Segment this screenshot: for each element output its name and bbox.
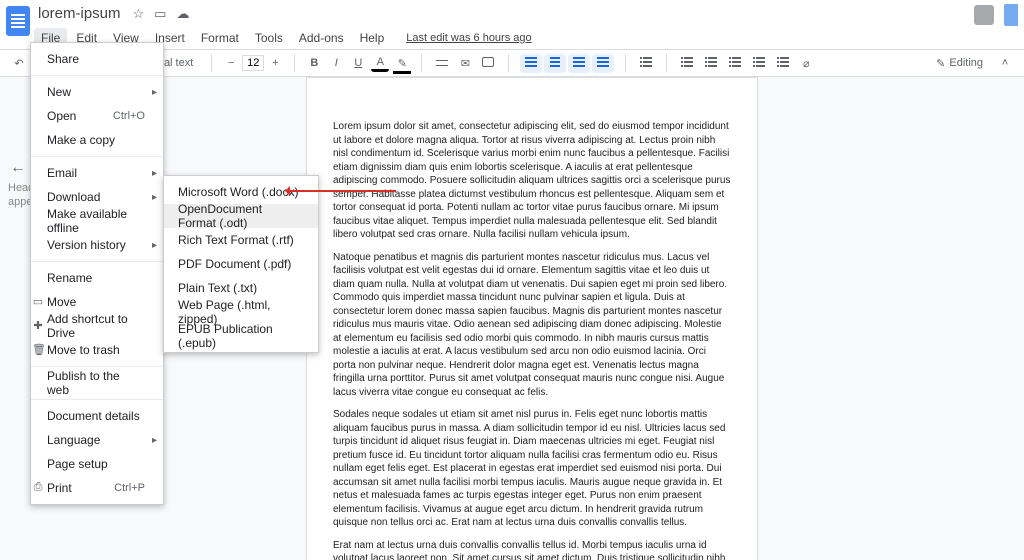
clear-formatting-icon[interactable]: ⌀: [797, 55, 815, 72]
download-odt[interactable]: OpenDocument Format (.odt): [164, 204, 318, 228]
file-print-label: Print: [47, 481, 72, 495]
italic-button[interactable]: I: [327, 55, 345, 71]
shortcut-icon: ✚: [32, 319, 44, 332]
undo-icon[interactable]: ↶: [10, 55, 28, 72]
download-rtf[interactable]: Rich Text Format (.rtf): [164, 228, 318, 252]
outline-back-icon[interactable]: ←: [10, 159, 26, 177]
editing-mode-dropdown[interactable]: ✎ Editing: [929, 54, 990, 73]
star-icon[interactable]: ☆: [131, 6, 147, 22]
insert-link-icon[interactable]: [432, 55, 452, 71]
file-add-shortcut[interactable]: ✚ Add shortcut to Drive: [31, 314, 163, 338]
underline-button[interactable]: U: [349, 55, 367, 71]
file-page-setup[interactable]: Page setup: [31, 452, 163, 476]
menu-addons[interactable]: Add-ons: [292, 28, 351, 48]
print-icon: ⎙: [32, 481, 44, 494]
font-size-stepper[interactable]: − +: [222, 55, 284, 71]
doc-paragraph[interactable]: Lorem ipsum dolor sit amet, consectetur …: [333, 120, 731, 242]
font-size-inc-icon[interactable]: +: [266, 55, 284, 71]
file-make-offline[interactable]: Make available offline: [31, 209, 163, 233]
file-version-history[interactable]: Version history: [31, 233, 163, 257]
bulleted-list-icon[interactable]: [701, 55, 721, 72]
align-right-button[interactable]: [568, 54, 590, 73]
align-center-button[interactable]: [544, 54, 566, 73]
file-rename[interactable]: Rename: [31, 266, 163, 290]
file-email[interactable]: Email: [31, 161, 163, 185]
text-color-button[interactable]: A: [371, 55, 389, 72]
pencil-icon: ✎: [936, 57, 945, 70]
annotation-arrow-icon: [288, 190, 396, 192]
menu-help[interactable]: Help: [353, 28, 392, 48]
file-share[interactable]: Share: [31, 47, 163, 71]
file-new[interactable]: New: [31, 80, 163, 104]
doc-paragraph[interactable]: Sodales neque sodales ut etiam sit amet …: [333, 408, 731, 530]
align-justify-button[interactable]: [592, 54, 614, 73]
file-document-details[interactable]: Document details: [31, 404, 163, 428]
add-comment-icon[interactable]: ✉: [456, 55, 474, 72]
hide-menus-icon[interactable]: ˄: [996, 55, 1014, 71]
file-language[interactable]: Language: [31, 428, 163, 452]
download-txt[interactable]: Plain Text (.txt): [164, 276, 318, 300]
font-size-dec-icon[interactable]: −: [222, 55, 240, 71]
file-print[interactable]: ⎙ Print Ctrl+P: [31, 476, 163, 500]
file-move[interactable]: ▭ Move: [31, 290, 163, 314]
file-print-shortcut: Ctrl+P: [114, 482, 145, 494]
bold-button[interactable]: B: [305, 55, 323, 71]
file-download[interactable]: Download: [31, 185, 163, 209]
doc-paragraph[interactable]: Natoque penatibus et magnis dis parturie…: [333, 251, 731, 400]
file-open-shortcut: Ctrl+O: [113, 110, 145, 122]
last-edit-link[interactable]: Last edit was 6 hours ago: [399, 29, 538, 47]
line-spacing-icon[interactable]: [636, 55, 656, 72]
font-size-input[interactable]: [242, 55, 264, 71]
file-publish[interactable]: Publish to the web: [31, 371, 163, 395]
menu-tools[interactable]: Tools: [248, 28, 290, 48]
numbered-list-icon[interactable]: [725, 55, 745, 72]
file-move-to-trash[interactable]: 🗑 Move to trash: [31, 338, 163, 362]
indent-decrease-icon[interactable]: [749, 55, 769, 72]
doc-title[interactable]: lorem-ipsum: [34, 5, 125, 22]
highlight-color-button[interactable]: ✎: [393, 55, 411, 72]
download-html[interactable]: Web Page (.html, zipped): [164, 300, 318, 324]
file-open[interactable]: Open Ctrl+O: [31, 104, 163, 128]
checklist-icon[interactable]: [677, 55, 697, 72]
share-button[interactable]: [1004, 4, 1018, 26]
insert-image-icon[interactable]: [478, 55, 498, 72]
move-folder-icon[interactable]: ▭: [152, 6, 168, 22]
file-menu-dropdown: Share New Open Ctrl+O Make a copy Email …: [30, 42, 164, 505]
doc-paragraph[interactable]: Erat nam at lectus urna duis convallis c…: [333, 539, 731, 560]
download-docx[interactable]: Microsoft Word (.docx): [164, 180, 318, 204]
menu-format[interactable]: Format: [194, 28, 246, 48]
indent-increase-icon[interactable]: [773, 55, 793, 72]
trash-icon: 🗑: [32, 343, 44, 356]
document-page[interactable]: Lorem ipsum dolor sit amet, consectetur …: [306, 77, 758, 560]
download-submenu: Microsoft Word (.docx) OpenDocument Form…: [163, 175, 319, 353]
align-left-button[interactable]: [520, 54, 542, 73]
cloud-status-icon[interactable]: ☁: [174, 6, 191, 22]
file-add-shortcut-label: Add shortcut to Drive: [47, 312, 145, 340]
comments-icon[interactable]: [974, 5, 994, 25]
folder-icon: ▭: [32, 295, 44, 308]
docs-logo-icon[interactable]: [6, 6, 30, 36]
file-open-label: Open: [47, 109, 76, 123]
file-trash-label: Move to trash: [47, 343, 120, 357]
editing-mode-label: Editing: [949, 57, 983, 69]
download-epub[interactable]: EPUB Publication (.epub): [164, 324, 318, 348]
file-move-label: Move: [47, 295, 76, 309]
download-pdf[interactable]: PDF Document (.pdf): [164, 252, 318, 276]
file-make-copy[interactable]: Make a copy: [31, 128, 163, 152]
